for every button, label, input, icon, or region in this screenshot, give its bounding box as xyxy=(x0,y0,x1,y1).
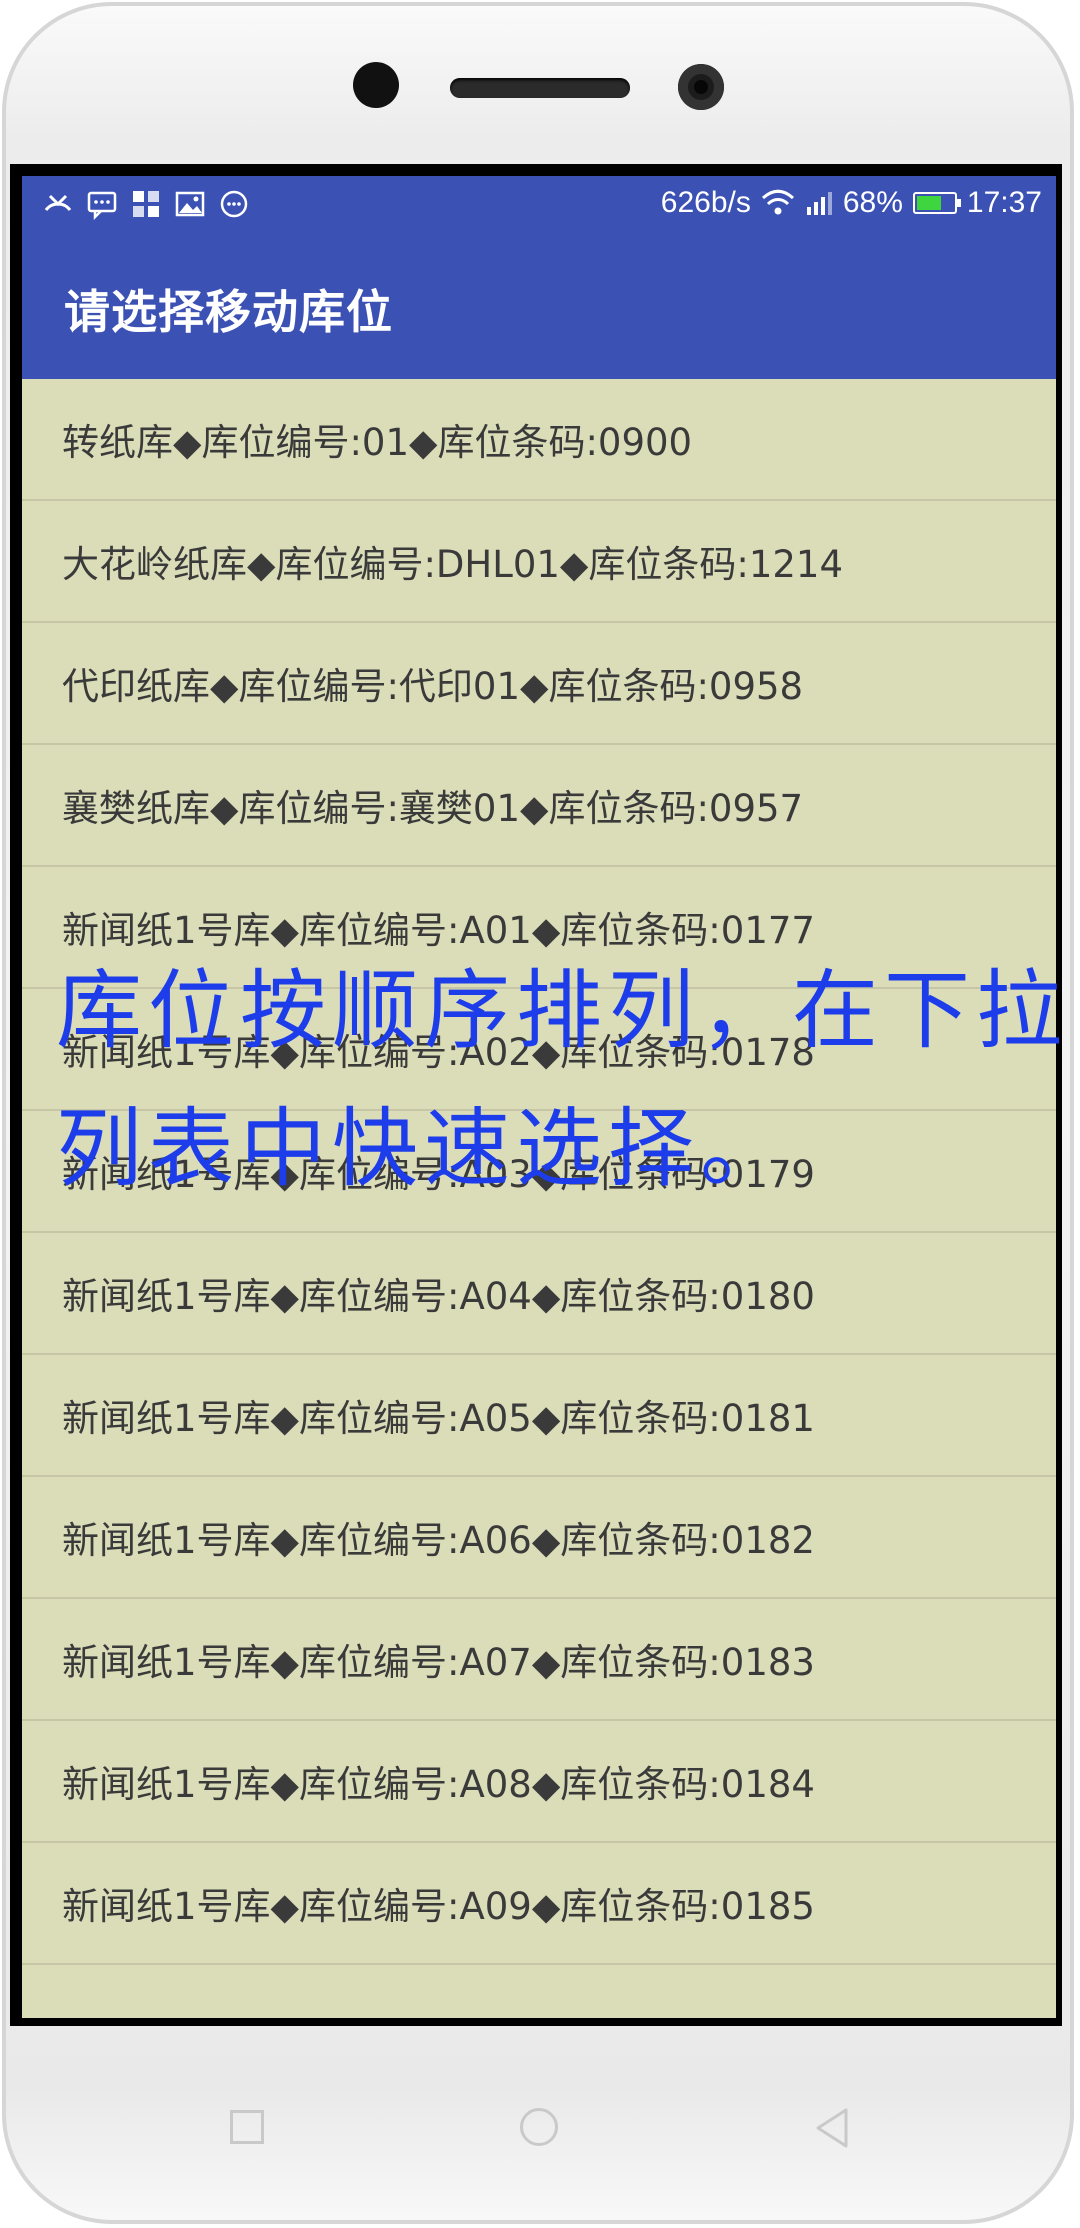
list-item-label: 新闻纸1号库◆库位编号:A09◆库位条码:0185 xyxy=(62,1885,815,1928)
status-bar: 626b/s 68% 17:37 xyxy=(22,176,1056,236)
list-item-label: 新闻纸1号库◆库位编号:A07◆库位条码:0183 xyxy=(62,1641,815,1684)
page-title: 请选择移动库位 xyxy=(64,285,393,339)
home-icon[interactable] xyxy=(520,2108,558,2146)
list-item-label: 转纸库◆库位编号:01◆库位条码:0900 xyxy=(62,421,693,464)
list-item[interactable]: 转纸库◆库位编号:01◆库位条码:0900 xyxy=(22,379,1056,501)
app-bar: 626b/s 68% 17:37 请选择移动库位 xyxy=(22,176,1056,379)
more-icon xyxy=(220,190,248,218)
missed-call-icon xyxy=(44,194,72,212)
battery-fill xyxy=(916,196,941,210)
earpiece-speaker xyxy=(450,78,630,98)
list-item[interactable]: 新闻纸1号库◆库位编号:A09◆库位条码:0185 xyxy=(22,1843,1056,1965)
image-icon xyxy=(175,191,205,217)
annotation-line-1: 库位按顺序排列，在下拉 xyxy=(56,961,1068,1061)
sensor-icon xyxy=(678,64,724,110)
list-item-label: 新闻纸1号库◆库位编号:A04◆库位条码:0180 xyxy=(62,1275,815,1318)
notification-icons xyxy=(42,188,250,220)
list-item-label: 代印纸库◆库位编号:代印01◆库位条码:0958 xyxy=(62,665,804,708)
battery-icon xyxy=(912,192,961,214)
list-item[interactable]: 新闻纸1号库◆库位编号:A08◆库位条码:0184 xyxy=(22,1721,1056,1843)
status-right: 626b/s 68% 17:37 xyxy=(661,186,1042,220)
app-grid-icon xyxy=(133,191,159,217)
list-item[interactable]: 大花岭纸库◆库位编号:DHL01◆库位条码:1214 xyxy=(22,501,1056,623)
annotation-line-2: 列表中快速选择。 xyxy=(56,1099,792,1199)
clock: 17:37 xyxy=(966,186,1042,219)
list-item-label: 新闻纸1号库◆库位编号:A08◆库位条码:0184 xyxy=(62,1763,815,1806)
list-item[interactable]: 襄樊纸库◆库位编号:襄樊01◆库位条码:0957 xyxy=(22,745,1056,867)
list-item-label: 大花岭纸库◆库位编号:DHL01◆库位条码:1214 xyxy=(62,543,844,586)
wifi-icon xyxy=(761,189,794,215)
list-item[interactable]: 新闻纸1号库◆库位编号:A04◆库位条码:0180 xyxy=(22,1233,1056,1355)
battery-percent: 68% xyxy=(842,186,903,219)
list-item[interactable]: 新闻纸1号库◆库位编号:A05◆库位条码:0181 xyxy=(22,1355,1056,1477)
front-camera-icon xyxy=(353,62,399,108)
message-icon xyxy=(87,191,117,220)
list-item[interactable]: 新闻纸1号库◆库位编号:A06◆库位条码:0182 xyxy=(22,1477,1056,1599)
list-item[interactable]: 新闻纸1号库◆库位编号:A07◆库位条码:0183 xyxy=(22,1599,1056,1721)
signal-icon xyxy=(806,192,832,215)
annotation-overlay: 库位按顺序排列，在下拉 列表中快速选择。 xyxy=(56,942,1068,1218)
list-item[interactable]: 代印纸库◆库位编号:代印01◆库位条码:0958 xyxy=(22,623,1056,745)
recent-apps-icon[interactable] xyxy=(230,2110,264,2144)
net-speed: 626b/s xyxy=(660,186,751,219)
list-item-label: 新闻纸1号库◆库位编号:A06◆库位条码:0182 xyxy=(62,1519,815,1562)
list-item-label: 襄樊纸库◆库位编号:襄樊01◆库位条码:0957 xyxy=(62,787,804,830)
list-item[interactable] xyxy=(22,1965,1056,2018)
back-icon[interactable] xyxy=(812,2106,852,2150)
list-item-label: 新闻纸1号库◆库位编号:A05◆库位条码:0181 xyxy=(62,1397,815,1440)
